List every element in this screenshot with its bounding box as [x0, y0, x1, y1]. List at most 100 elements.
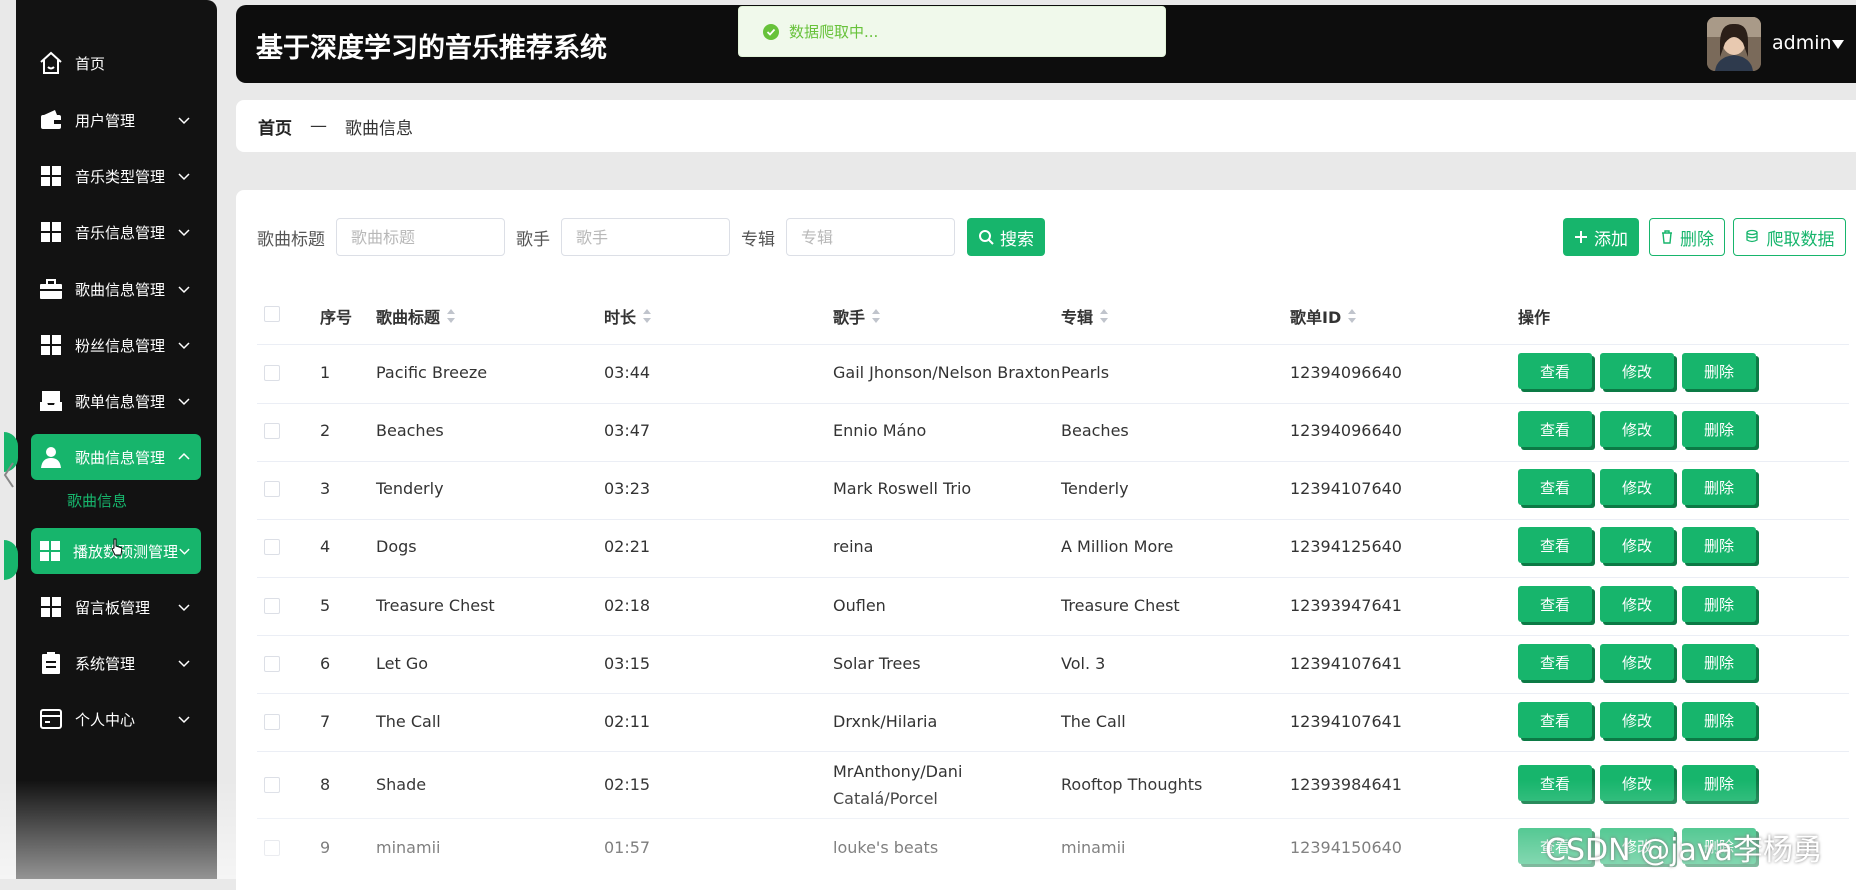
- row-delete-button[interactable]: 删除: [1682, 527, 1756, 563]
- row-delete-button[interactable]: 删除: [1682, 469, 1756, 505]
- grid-icon: [37, 218, 65, 246]
- clipboard-icon: [37, 649, 65, 677]
- row-edit-button[interactable]: 修改: [1600, 702, 1674, 738]
- sidebar-subitem-song-info[interactable]: 歌曲信息: [67, 490, 127, 511]
- chevron-down-icon: [178, 660, 190, 668]
- collapse-sidebar-icon[interactable]: [2, 460, 16, 490]
- title-filter-input[interactable]: [336, 218, 505, 256]
- sidebar-item-label: 用户管理: [75, 111, 136, 130]
- sort-icon[interactable]: [1347, 308, 1357, 324]
- row-delete-button[interactable]: 删除: [1682, 586, 1756, 622]
- row-edit-button[interactable]: 修改: [1600, 527, 1674, 563]
- breadcrumb-separator: —: [310, 116, 327, 136]
- search-button[interactable]: 搜索: [967, 218, 1045, 256]
- sidebar-item-0[interactable]: 首页: [31, 40, 201, 86]
- row-view-button[interactable]: 查看: [1518, 765, 1592, 801]
- sort-icon[interactable]: [871, 308, 881, 324]
- sidebar-item-11[interactable]: 个人中心: [31, 696, 201, 742]
- row-checkbox[interactable]: [264, 777, 280, 793]
- column-header-singer-label: 歌手: [833, 308, 866, 327]
- cell-index: 2: [320, 421, 331, 440]
- sort-icon[interactable]: [1099, 308, 1109, 324]
- sort-icon[interactable]: [642, 308, 652, 324]
- singer-filter-input[interactable]: [561, 218, 730, 256]
- row-checkbox[interactable]: [264, 423, 280, 439]
- sort-icon[interactable]: [446, 308, 456, 324]
- row-checkbox[interactable]: [264, 539, 280, 555]
- column-header-title[interactable]: 歌曲标题: [376, 304, 456, 328]
- row-delete-button[interactable]: 删除: [1682, 411, 1756, 447]
- sidebar-item-4[interactable]: 歌曲信息管理: [31, 266, 201, 312]
- sidebar-item-2[interactable]: 音乐类型管理: [31, 153, 201, 199]
- cell-title: Shade: [376, 775, 427, 794]
- username[interactable]: admin: [1772, 32, 1832, 54]
- cell-playlist-id: 12394150640: [1290, 838, 1402, 857]
- add-button[interactable]: 添加: [1563, 218, 1639, 256]
- row-view-button[interactable]: 查看: [1518, 702, 1592, 738]
- sidebar-item-label: 歌曲信息管理: [75, 448, 166, 467]
- sidebar-item-1[interactable]: 用户管理: [31, 97, 201, 143]
- select-all-checkbox[interactable]: [264, 306, 280, 322]
- sidebar-item-6[interactable]: 歌单信息管理: [31, 378, 201, 424]
- row-view-button[interactable]: 查看: [1518, 644, 1592, 680]
- row-view-button[interactable]: 查看: [1518, 353, 1592, 389]
- cell-duration: 03:47: [604, 421, 651, 440]
- row-edit-button[interactable]: 修改: [1600, 411, 1674, 447]
- album-filter-input[interactable]: [786, 218, 955, 256]
- cell-title: Let Go: [376, 654, 429, 673]
- row-checkbox[interactable]: [264, 714, 280, 730]
- cell-singer: Ennio Máno: [833, 421, 927, 440]
- row-edit-button[interactable]: 修改: [1600, 586, 1674, 622]
- batch-delete-button[interactable]: 删除: [1649, 218, 1725, 256]
- sidebar-item-5[interactable]: 粉丝信息管理: [31, 322, 201, 368]
- row-divider: [257, 577, 1849, 578]
- row-edit-button[interactable]: 修改: [1600, 469, 1674, 505]
- search-icon: [979, 230, 994, 245]
- row-edit-button[interactable]: 修改: [1600, 644, 1674, 680]
- row-delete-button[interactable]: 删除: [1682, 702, 1756, 738]
- cell-singer: Gail Jhonson/Nelson Braxton: [833, 363, 1061, 382]
- row-delete-button[interactable]: 删除: [1682, 765, 1756, 801]
- column-header-singer[interactable]: 歌手: [833, 304, 881, 328]
- row-edit-button[interactable]: 修改: [1600, 765, 1674, 801]
- row-checkbox[interactable]: [264, 481, 280, 497]
- row-checkbox[interactable]: [264, 365, 280, 381]
- sidebar-item-10[interactable]: 系统管理: [31, 640, 201, 686]
- toast-text: 数据爬取中...: [789, 23, 879, 41]
- row-view-button[interactable]: 查看: [1518, 469, 1592, 505]
- row-view-button[interactable]: 查看: [1518, 411, 1592, 447]
- column-header-album[interactable]: 专辑: [1061, 304, 1109, 328]
- sidebar-item-label: 歌单信息管理: [75, 392, 166, 411]
- sidebar-item-3[interactable]: 音乐信息管理: [31, 209, 201, 255]
- row-checkbox[interactable]: [264, 656, 280, 672]
- row-checkbox[interactable]: [264, 598, 280, 614]
- row-view-button[interactable]: 查看: [1518, 586, 1592, 622]
- sidebar-item-7[interactable]: 歌曲信息管理: [31, 434, 201, 480]
- cell-title: Dogs: [376, 537, 417, 556]
- row-edit-button[interactable]: 修改: [1600, 353, 1674, 389]
- cell-album: Treasure Chest: [1061, 596, 1180, 615]
- chevron-down-icon: [178, 716, 190, 724]
- column-header-playlist-id[interactable]: 歌单ID: [1290, 304, 1357, 328]
- user-avatar[interactable]: [1707, 17, 1761, 71]
- crawl-data-button[interactable]: 爬取数据: [1733, 218, 1846, 256]
- row-divider: [257, 818, 1849, 819]
- row-view-button[interactable]: 查看: [1518, 527, 1592, 563]
- row-delete-button[interactable]: 删除: [1682, 644, 1756, 680]
- column-header-operations-label: 操作: [1518, 308, 1551, 327]
- caret-down-icon[interactable]: [1832, 40, 1844, 50]
- breadcrumb-home[interactable]: 首页: [258, 114, 292, 139]
- cell-album: Beaches: [1061, 421, 1129, 440]
- column-header-duration[interactable]: 时长: [604, 304, 652, 328]
- sidebar-item-9[interactable]: 留言板管理: [31, 584, 201, 630]
- row-divider: [257, 635, 1849, 636]
- chevron-down-icon: [178, 342, 190, 350]
- row-delete-button[interactable]: 删除: [1682, 353, 1756, 389]
- breadcrumb-current: 歌曲信息: [345, 118, 413, 139]
- cell-title: Pacific Breeze: [376, 363, 488, 382]
- chevron-up-icon: [178, 452, 190, 460]
- cell-playlist-id: 12394125640: [1290, 537, 1402, 556]
- row-checkbox[interactable]: [264, 840, 280, 856]
- user-icon: [37, 443, 65, 471]
- sidebar-item-label: 粉丝信息管理: [75, 336, 166, 355]
